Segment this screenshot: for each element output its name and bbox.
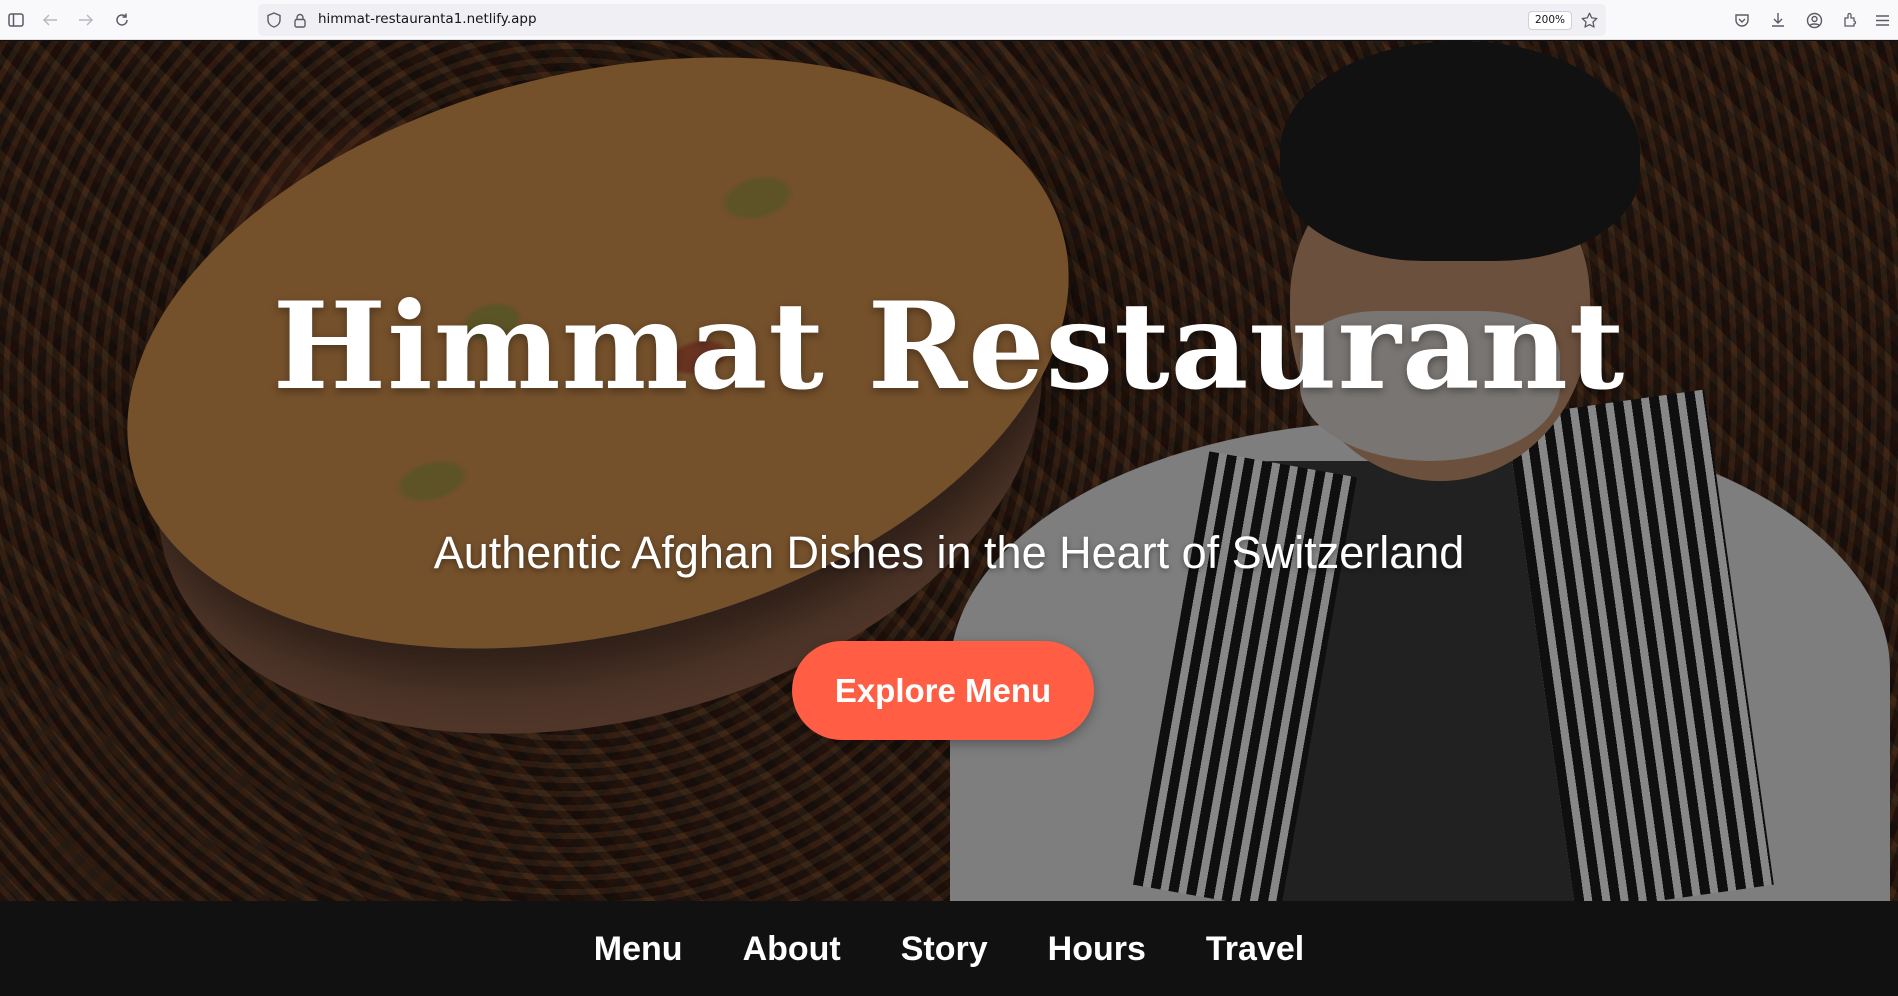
star-icon[interactable] (1576, 7, 1602, 33)
hero-title: Himmat Restaurant (272, 276, 1626, 417)
reload-icon[interactable] (108, 6, 136, 34)
nav-link-hours[interactable]: Hours (1048, 929, 1146, 969)
lock-icon[interactable] (288, 8, 312, 32)
account-icon[interactable] (1800, 6, 1828, 34)
url-text[interactable]: himmat-restauranta1.netlify.app (318, 11, 537, 27)
nav-link-travel[interactable]: Travel (1206, 929, 1304, 969)
address-bar[interactable]: himmat-restauranta1.netlify.app 200% (258, 4, 1606, 36)
shield-icon[interactable] (262, 8, 286, 32)
nav-link-story[interactable]: Story (901, 929, 988, 969)
hero-subtitle: Authentic Afghan Dishes in the Heart of … (433, 527, 1465, 578)
browser-toolbar: himmat-restauranta1.netlify.app 200% (0, 0, 1898, 40)
sidebar-icon[interactable] (2, 6, 30, 34)
nav-link-about[interactable]: About (743, 929, 841, 969)
zoom-level-badge[interactable]: 200% (1528, 11, 1573, 30)
hero-dark-overlay (0, 41, 1898, 901)
hero-section: Himmat Restaurant Authentic Afghan Dishe… (0, 41, 1898, 901)
forward-arrow-icon[interactable] (72, 6, 100, 34)
pocket-icon[interactable] (1728, 6, 1756, 34)
back-arrow-icon[interactable] (36, 6, 64, 34)
nav-link-menu[interactable]: Menu (594, 929, 683, 969)
hamburger-menu-icon[interactable] (1868, 6, 1896, 34)
extensions-icon[interactable] (1836, 6, 1864, 34)
download-icon[interactable] (1764, 6, 1792, 34)
main-nav: Menu About Story Hours Travel (0, 901, 1898, 996)
explore-menu-button[interactable]: Explore Menu (792, 641, 1094, 740)
